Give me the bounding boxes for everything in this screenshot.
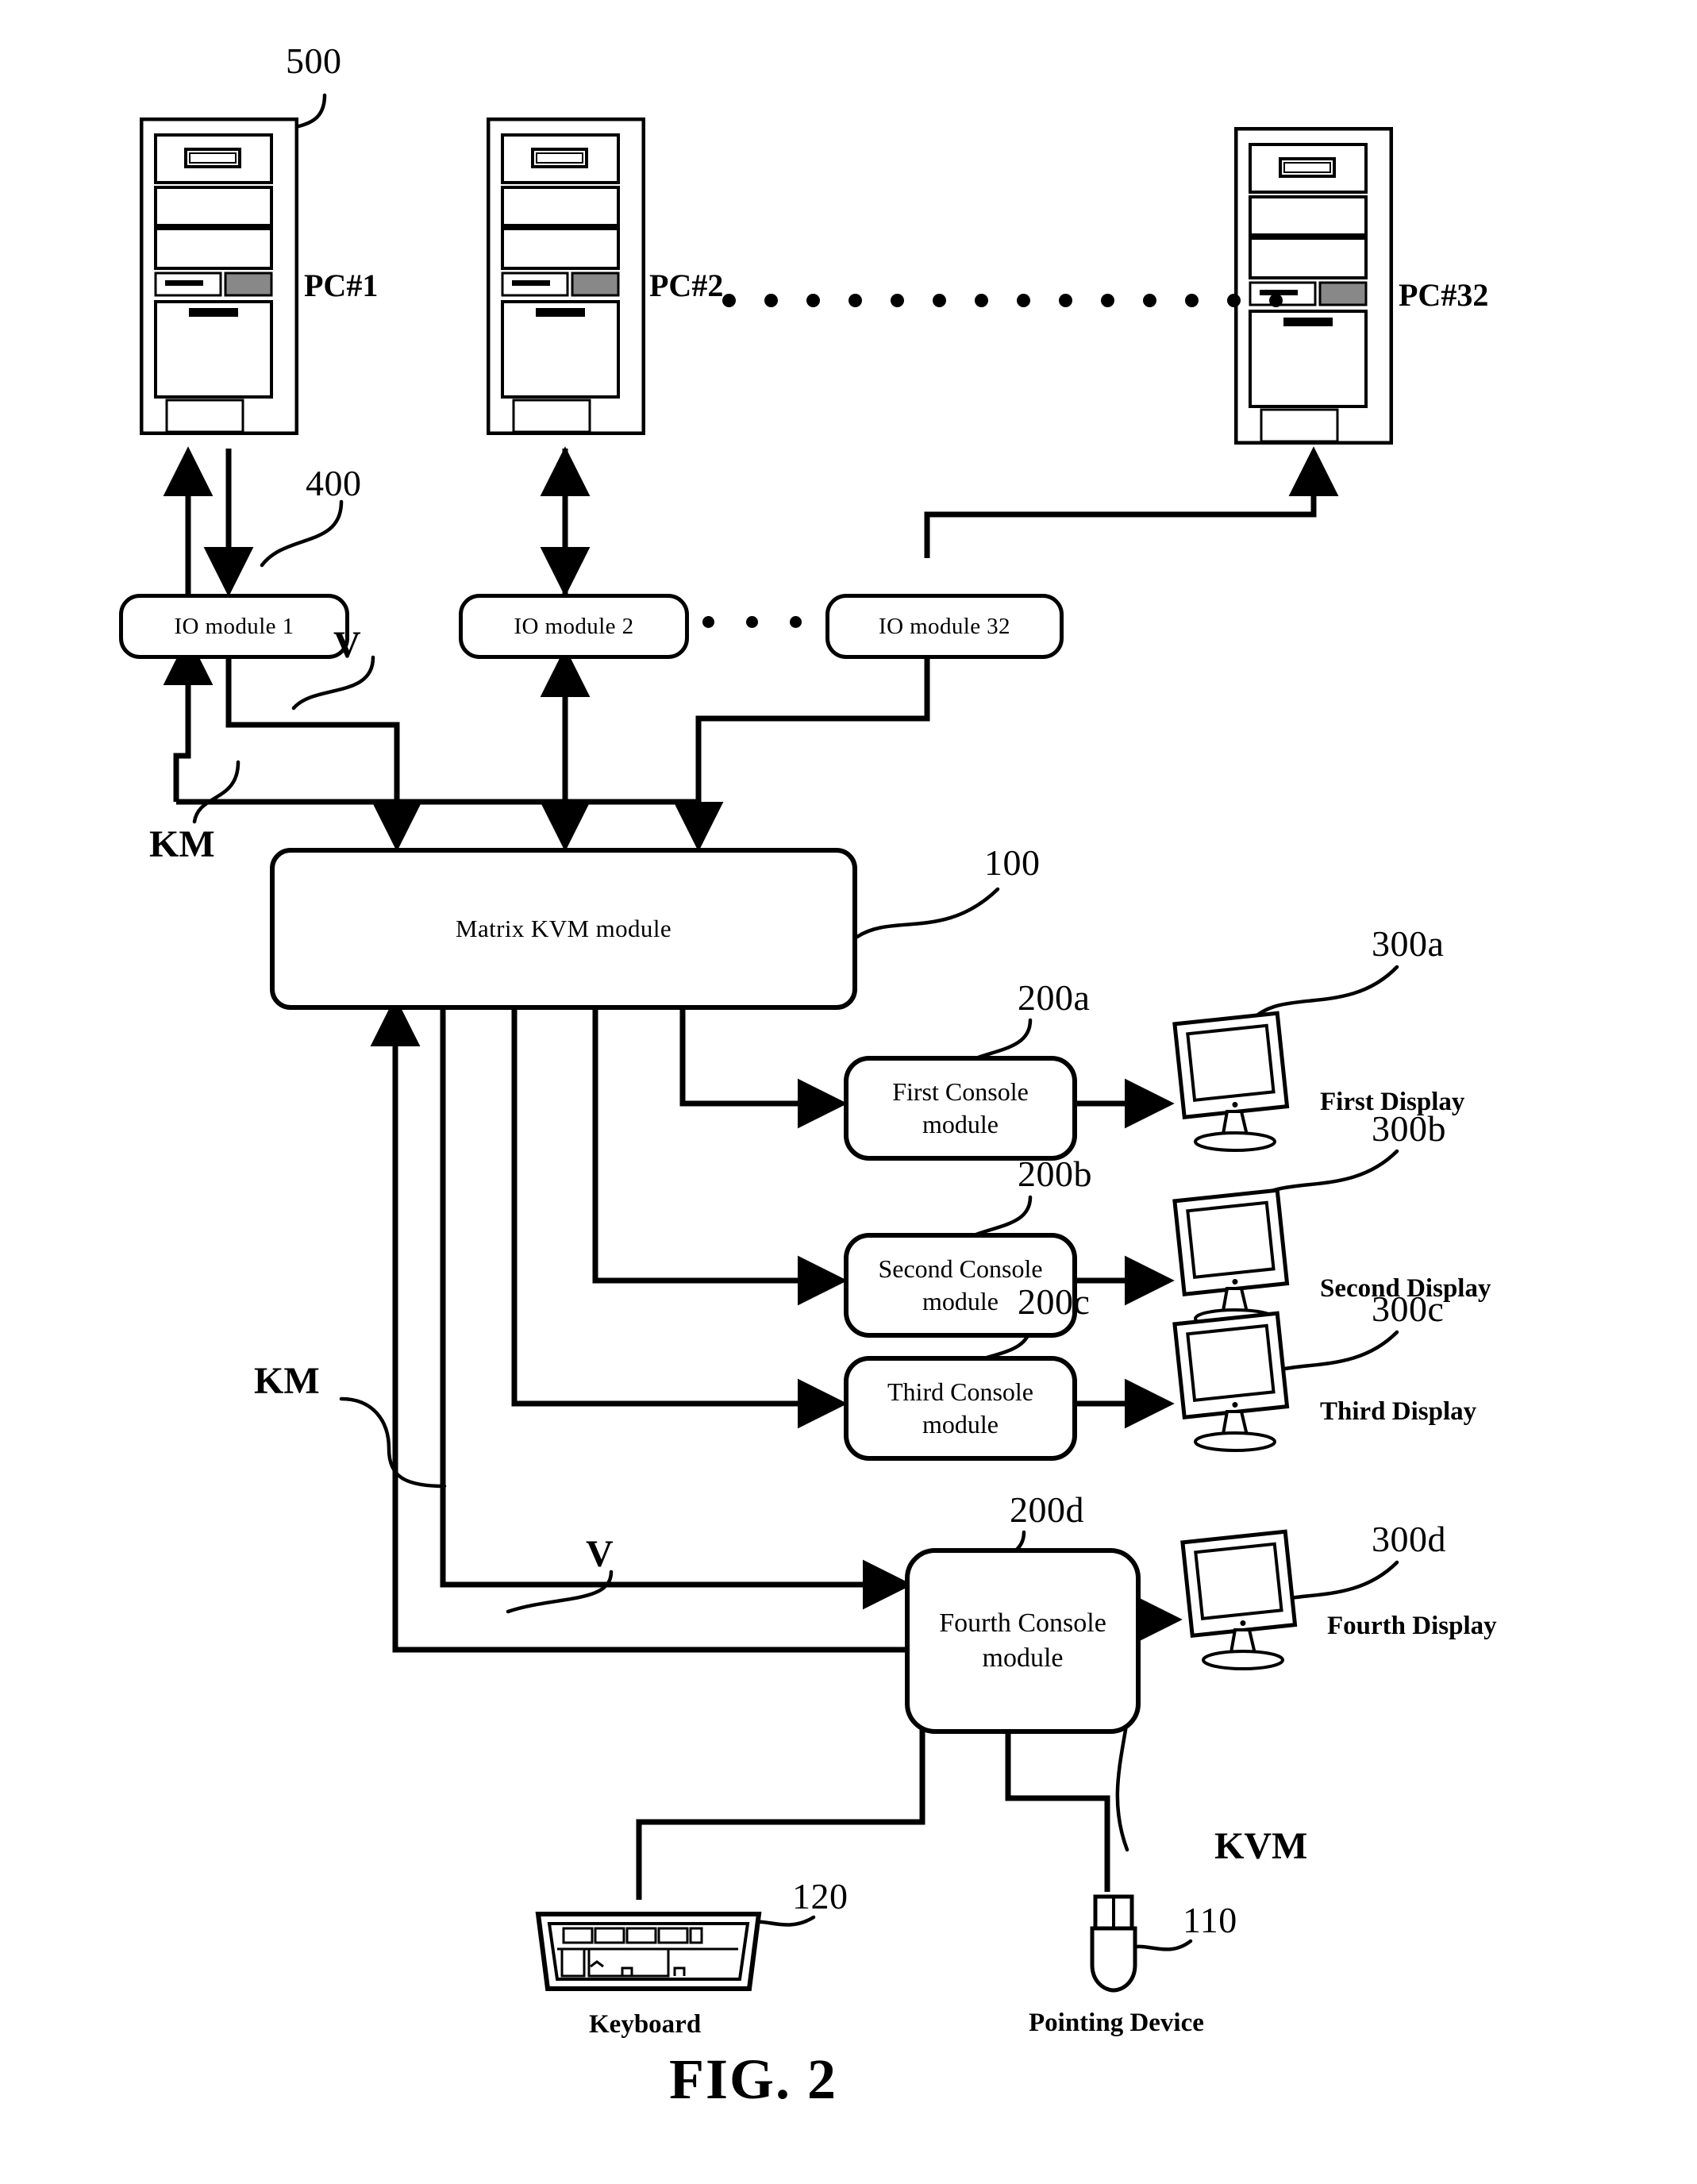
wire-console4-to-mouse [1005, 1725, 1110, 1892]
pointing-device-label: Pointing Device [1029, 2009, 1204, 2037]
leader-400 [260, 499, 344, 568]
third-console-module-line2: module [922, 1410, 999, 1439]
wire-io32-to-pc32 [924, 446, 1339, 558]
pc-tower-32 [1234, 127, 1393, 445]
display-unit-1 [1165, 1010, 1308, 1153]
ref-300b: 300b [1372, 1108, 1446, 1149]
ref-120: 120 [792, 1876, 848, 1916]
io-module-2-label: IO module 2 [514, 613, 634, 639]
pc-label-32: PC#32 [1399, 277, 1489, 313]
signal-label-kvm-bundle: KVM [1214, 1825, 1308, 1867]
display-unit-3 [1165, 1310, 1308, 1453]
leader-km-top [192, 760, 241, 824]
display-unit-2 [1165, 1187, 1308, 1330]
first-console-module[interactable]: First Console module [844, 1056, 1077, 1161]
first-console-module-line1: First Console [892, 1077, 1029, 1107]
bus-to-console2 [592, 996, 848, 1306]
matrix-kvm-module-label: Matrix KVM module [456, 915, 671, 942]
io-module-1-label: IO module 1 [174, 613, 294, 639]
pc-ellipsis [722, 294, 1283, 307]
leader-km-bottom [339, 1396, 447, 1489]
ref-300d: 300d [1372, 1519, 1446, 1559]
leader-v-bottom [506, 1570, 614, 1614]
bus-v-to-console4 [440, 996, 913, 1610]
ref-200a: 200a [1018, 977, 1091, 1018]
wire-v-io1-to-matrix [225, 643, 422, 852]
io-module-2[interactable]: IO module 2 [459, 594, 689, 659]
ref-200c: 200c [1018, 1281, 1091, 1322]
ref-200b: 200b [1018, 1154, 1092, 1194]
matrix-kvm-module[interactable]: Matrix KVM module [270, 848, 857, 1010]
ref-200d: 200d [1010, 1489, 1084, 1530]
ref-400: 400 [306, 463, 362, 503]
pointing-device [1070, 1892, 1157, 1999]
pc-label-1: PC#1 [304, 268, 379, 303]
third-console-module-line1: Third Console [887, 1377, 1033, 1407]
first-console-module-line2: module [922, 1110, 999, 1138]
ref-300c: 300c [1372, 1288, 1445, 1329]
io-module-32-label: IO module 32 [879, 613, 1010, 639]
pc-label-2: PC#2 [649, 268, 724, 303]
second-console-module-line2: module [922, 1287, 999, 1315]
wire-km-into-io1 [163, 635, 214, 802]
display-label-3: Third Display [1320, 1397, 1477, 1426]
fourth-console-module-line1: Fourth Console [939, 1608, 1106, 1639]
fourth-console-module-line2: module [982, 1643, 1064, 1673]
figure-caption: FIG. 2 [669, 2047, 838, 2111]
signal-label-v-bottom: V [586, 1533, 614, 1575]
third-console-module[interactable]: Third Console module [844, 1356, 1077, 1461]
wire-console4-to-keyboard [636, 1725, 925, 1900]
bus-to-console3 [511, 996, 848, 1429]
signal-label-v-top: V [333, 624, 361, 666]
ref-500: 500 [286, 40, 342, 81]
figure-canvas: PC#1 PC#2 PC#32 IO module 1 IO module 2 … [0, 0, 1697, 2184]
keyboard-device [533, 1900, 764, 2003]
pc-tower-2 [487, 117, 645, 435]
keyboard-label: Keyboard [589, 2010, 702, 2039]
fourth-console-module[interactable]: Fourth Console module [905, 1548, 1141, 1734]
bus-to-console1 [679, 996, 848, 1129]
signal-label-km-bottom: KM [254, 1360, 320, 1402]
io-module-1[interactable]: IO module 1 [119, 594, 349, 659]
display-label-4: Fourth Display [1327, 1612, 1497, 1640]
km-trunk-top [176, 799, 702, 844]
display-unit-4 [1173, 1528, 1316, 1671]
ref-100: 100 [984, 842, 1041, 883]
wire-io32-to-matrix [673, 649, 930, 852]
io-module-ellipsis [702, 616, 802, 628]
bus-km-up-from-console4 [392, 1612, 905, 1653]
io-module-32[interactable]: IO module 32 [825, 594, 1064, 659]
signal-label-km-top: KM [149, 823, 215, 865]
ref-300a: 300a [1372, 923, 1445, 964]
ref-110: 110 [1183, 1900, 1237, 1940]
leader-100 [855, 887, 1000, 939]
pc-tower-1 [140, 117, 298, 435]
